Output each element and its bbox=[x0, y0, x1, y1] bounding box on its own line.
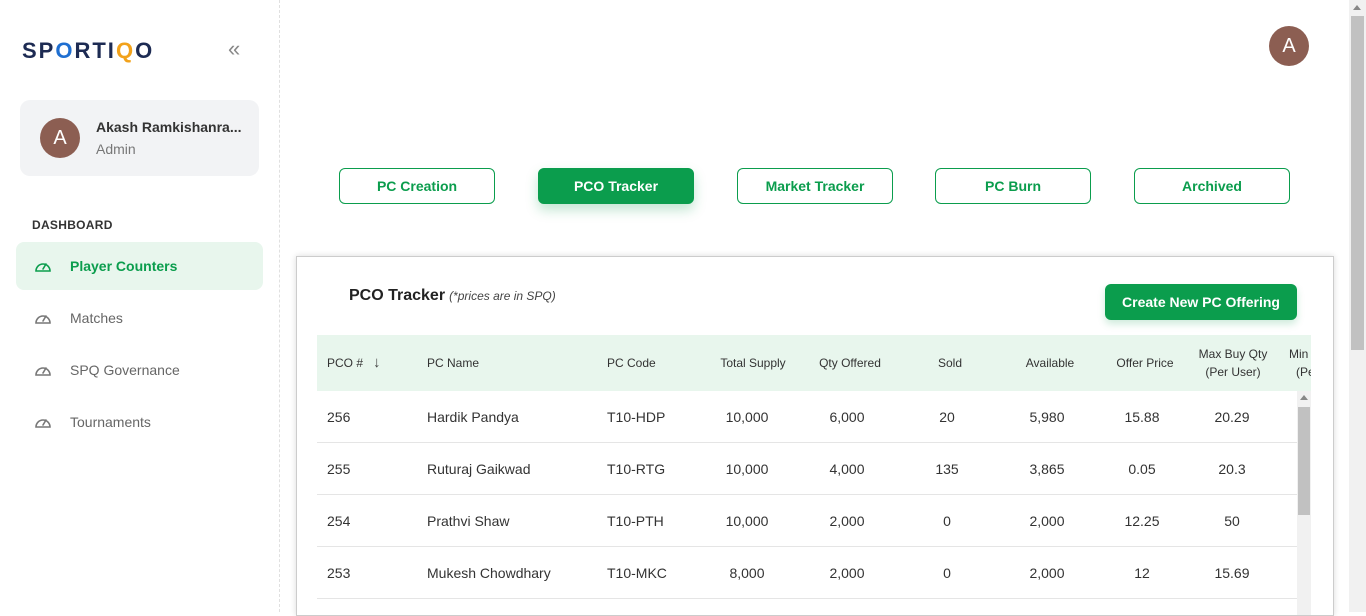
col-pc-code: PC Code bbox=[607, 356, 656, 370]
gauge-icon bbox=[35, 367, 51, 376]
col-offer-price: Offer Price bbox=[1116, 356, 1174, 370]
sidebar-item-matches[interactable]: Matches bbox=[16, 294, 263, 342]
cell-sold: 0 bbox=[943, 565, 951, 581]
section-heading-dashboard: DASHBOARD bbox=[32, 218, 113, 232]
pco-table: PCO # ↓ PC Name PC Code Total Supply Qty … bbox=[317, 335, 1311, 615]
table-header: PCO # ↓ PC Name PC Code Total Supply Qty … bbox=[317, 335, 1311, 391]
cell-max-buy-qty: 50 bbox=[1224, 513, 1240, 529]
profile-avatar[interactable]: A bbox=[1269, 26, 1309, 66]
cell-qty-offered: 2,000 bbox=[829, 513, 865, 529]
cell-available: 2,000 bbox=[1029, 513, 1065, 529]
pco-tracker-panel: PCO Tracker (*prices are in SPQ) Create N… bbox=[296, 256, 1334, 616]
table-scrollbar-thumb[interactable] bbox=[1298, 407, 1310, 515]
cell-qty-offered: 6,000 bbox=[829, 409, 865, 425]
cell-qty-offered: 4,000 bbox=[829, 461, 865, 477]
create-new-pc-offering-button[interactable]: Create New PC Offering bbox=[1105, 284, 1297, 320]
sidebar-item-label: Player Counters bbox=[70, 258, 178, 274]
gauge-icon bbox=[35, 419, 51, 428]
col-min-buy-qty: Min(Pe bbox=[1289, 347, 1311, 379]
cell-pco-number: 256 bbox=[327, 409, 351, 425]
cell-available: 5,980 bbox=[1029, 409, 1065, 425]
cell-offer-price: 0.05 bbox=[1128, 461, 1156, 477]
price-note: (*prices are in SPQ) bbox=[449, 289, 556, 303]
table-row[interactable]: 256 Hardik Pandya T10-HDP 10,000 6,000 2… bbox=[317, 391, 1297, 443]
cell-available: 2,000 bbox=[1029, 565, 1065, 581]
scroll-up-arrow-icon[interactable] bbox=[1353, 5, 1361, 10]
col-qty-offered: Qty Offered bbox=[819, 356, 881, 370]
cell-qty-offered: 2,000 bbox=[829, 565, 865, 581]
col-pc-name: PC Name bbox=[427, 356, 480, 370]
sidebar: SPORTIQO « A Akash Ramkishanra... Admin … bbox=[0, 0, 280, 612]
sidebar-item-label: SPQ Governance bbox=[70, 362, 180, 378]
cell-offer-price: 12.25 bbox=[1124, 513, 1160, 529]
cell-pc-name: Prathvi Shaw bbox=[427, 513, 510, 529]
sidebar-item-label: Matches bbox=[70, 310, 123, 326]
cell-sold: 135 bbox=[935, 461, 959, 477]
scroll-up-arrow-icon[interactable] bbox=[1300, 395, 1308, 400]
table-row[interactable]: 253 Mukesh Chowdhary T10-MKC 8,000 2,000… bbox=[317, 547, 1297, 599]
sort-down-icon[interactable]: ↓ bbox=[373, 354, 381, 372]
table-row[interactable]: 254 Prathvi Shaw T10-PTH 10,000 2,000 0 … bbox=[317, 495, 1297, 547]
sidebar-item-player-counters[interactable]: Player Counters bbox=[16, 242, 263, 290]
cell-pco-number: 255 bbox=[327, 461, 351, 477]
cell-offer-price: 12 bbox=[1134, 565, 1150, 581]
cell-pc-code: T10-MKC bbox=[607, 565, 667, 581]
cell-pc-code: T10-HDP bbox=[607, 409, 666, 425]
table-row[interactable]: 255 Ruturaj Gaikwad T10-RTG 10,000 4,000… bbox=[317, 443, 1297, 495]
tab-market-tracker[interactable]: Market Tracker bbox=[737, 168, 893, 204]
cell-total-supply: 8,000 bbox=[729, 565, 765, 581]
tab-pco-tracker[interactable]: PCO Tracker bbox=[538, 168, 694, 204]
tab-archived[interactable]: Archived bbox=[1134, 168, 1290, 204]
cell-max-buy-qty: 15.69 bbox=[1214, 565, 1250, 581]
cell-pco-number: 254 bbox=[327, 513, 351, 529]
cell-sold: 0 bbox=[943, 513, 951, 529]
gauge-icon bbox=[35, 263, 51, 272]
cell-total-supply: 10,000 bbox=[725, 513, 769, 529]
cell-pc-name: Mukesh Chowdhary bbox=[427, 565, 551, 581]
cell-pc-code: T10-PTH bbox=[607, 513, 664, 529]
collapse-sidebar-icon[interactable]: « bbox=[228, 38, 240, 60]
cell-available: 3,865 bbox=[1029, 461, 1065, 477]
cell-pc-name: Ruturaj Gaikwad bbox=[427, 461, 531, 477]
col-pco-number[interactable]: PCO # ↓ bbox=[327, 335, 417, 391]
sidebar-item-label: Tournaments bbox=[70, 414, 151, 430]
cell-offer-price: 15.88 bbox=[1124, 409, 1160, 425]
page-scrollbar[interactable] bbox=[1349, 0, 1366, 612]
cell-total-supply: 10,000 bbox=[725, 461, 769, 477]
cell-total-supply: 10,000 bbox=[725, 409, 769, 425]
tab-pc-burn[interactable]: PC Burn bbox=[935, 168, 1091, 204]
gauge-icon bbox=[35, 315, 51, 324]
tab-pc-creation[interactable]: PC Creation bbox=[339, 168, 495, 204]
cell-sold: 20 bbox=[939, 409, 955, 425]
sidebar-item-spq-governance[interactable]: SPQ Governance bbox=[16, 346, 263, 394]
col-sold: Sold bbox=[937, 356, 963, 370]
col-available: Available bbox=[1025, 356, 1075, 370]
cell-max-buy-qty: 20.29 bbox=[1214, 409, 1250, 425]
table-scrollbar[interactable] bbox=[1297, 391, 1311, 615]
avatar: A bbox=[40, 118, 80, 158]
panel-title: PCO Tracker (*prices are in SPQ) bbox=[349, 287, 556, 304]
user-name: Akash Ramkishanra... bbox=[96, 119, 242, 135]
user-card[interactable]: A Akash Ramkishanra... Admin bbox=[20, 100, 259, 176]
sidebar-item-tournaments[interactable]: Tournaments bbox=[16, 398, 263, 446]
cell-pc-name: Hardik Pandya bbox=[427, 409, 519, 425]
cell-pco-number: 253 bbox=[327, 565, 351, 581]
user-role: Admin bbox=[96, 141, 136, 157]
sportiqo-logo[interactable]: SPORTIQO bbox=[22, 38, 154, 64]
cell-max-buy-qty: 20.3 bbox=[1218, 461, 1246, 477]
col-total-supply: Total Supply bbox=[720, 356, 786, 370]
page-scrollbar-thumb[interactable] bbox=[1351, 16, 1364, 350]
col-max-buy-qty: Max Buy Qty (Per User) bbox=[1198, 347, 1268, 379]
cell-pc-code: T10-RTG bbox=[607, 461, 666, 477]
